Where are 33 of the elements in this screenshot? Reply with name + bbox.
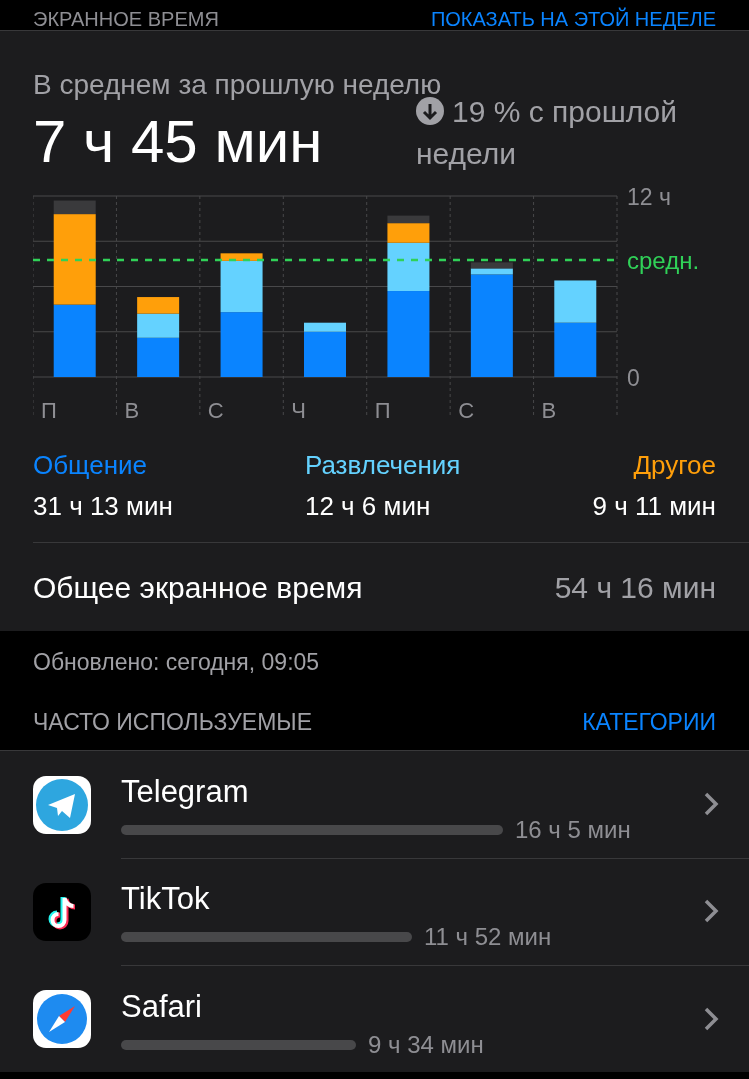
day-label: П: [374, 398, 391, 423]
average-time: 7 ч 45 мин: [33, 107, 323, 176]
app-name: TikTok: [121, 881, 211, 917]
app-name: Telegram: [121, 774, 250, 810]
average-label: средн.: [627, 247, 700, 275]
section-title: ЭКРАННОЕ ВРЕМЯ: [33, 8, 219, 30]
usage-time: 16 ч 5 мин: [515, 816, 631, 844]
usage-time: 9 ч 34 мин: [368, 1030, 484, 1059]
axis-label: 0: [627, 365, 640, 391]
app-name: Safari: [121, 988, 203, 1025]
day-label: В: [124, 398, 140, 423]
category-time: 12 ч 6 мин: [304, 491, 431, 522]
app-row[interactable]: Telegram 16 ч 5 мин: [121, 750, 749, 859]
day-label: С: [458, 398, 475, 423]
day-label: В: [541, 398, 557, 423]
categories-link[interactable]: КАТЕГОРИИ: [582, 709, 716, 736]
show-week-link[interactable]: ПОКАЗАТЬ НА ЭТОЙ НЕДЕЛЕ: [430, 8, 716, 30]
total-label: Общее экранное время: [33, 571, 363, 605]
day-label: Ч: [291, 398, 306, 423]
day-label: П: [41, 398, 57, 423]
usage-time: 11 ч 52 мин: [424, 923, 552, 951]
app-row[interactable]: TikTok 11 ч 52 мин: [121, 857, 749, 966]
category-name: Другое: [633, 450, 716, 481]
section-title: ЧАСТО ИСПОЛЬЗУЕМЫЕ: [33, 709, 312, 736]
category-time: 31 ч 13 мин: [33, 491, 173, 522]
total-value: 54 ч 16 мин: [554, 571, 716, 605]
updated-text: Обновлено: сегодня, 09:05: [32, 648, 321, 677]
axis-label: 12 ч: [627, 188, 671, 210]
category-name: Общение: [33, 450, 148, 481]
category-name: Развлечения: [304, 450, 461, 481]
app-row[interactable]: Safari 9 ч 34 мин: [121, 965, 749, 1072]
category-time: 9 ч 11 мин: [592, 491, 716, 522]
day-label: С: [207, 398, 224, 423]
